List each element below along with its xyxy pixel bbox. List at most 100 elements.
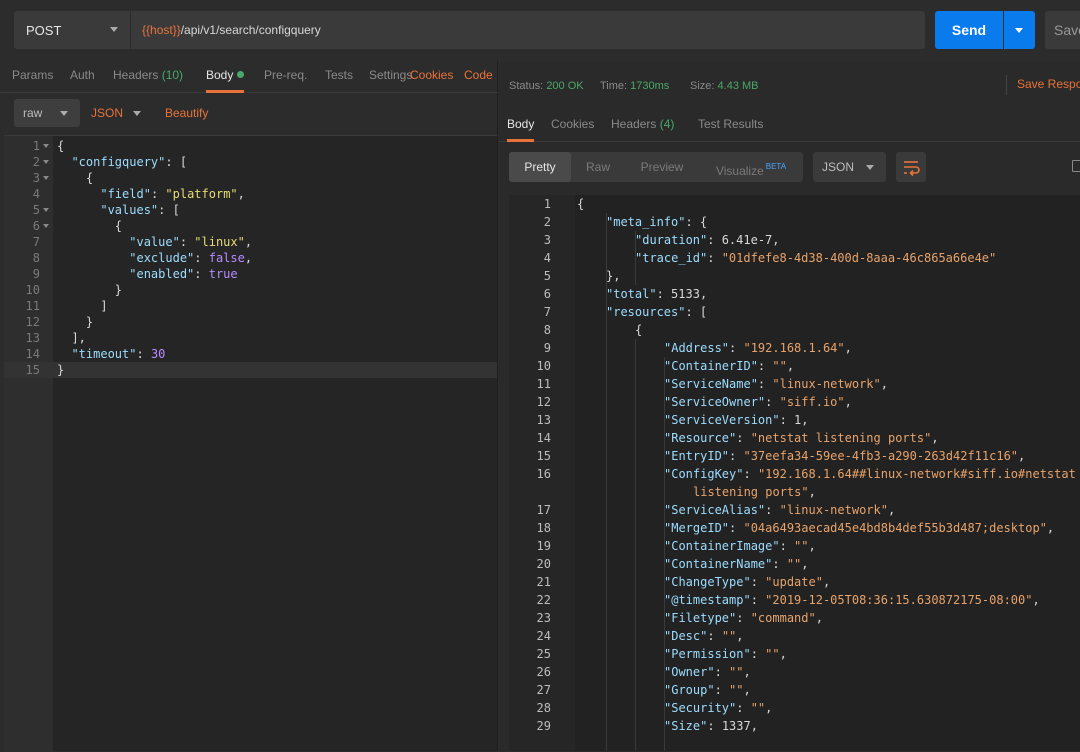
url-input[interactable]: {{host}}/api/v1/search/configquery xyxy=(131,11,925,49)
response-line: 7 "resources": [ xyxy=(509,303,1080,321)
wrap-lines-button[interactable] xyxy=(896,152,926,182)
tab-params[interactable]: Params xyxy=(12,61,53,93)
beautify-button[interactable]: Beautify xyxy=(165,99,208,127)
line-number: 4 xyxy=(543,251,551,265)
response-line: 1{ xyxy=(509,195,1080,213)
code-text: "field": "platform", xyxy=(100,187,245,201)
json-value: 1337 xyxy=(721,719,751,733)
request-body-editor[interactable]: 1{2 "configquery": [3 {4 "field": "platf… xyxy=(4,135,497,752)
response-text: "ConfigKey": "192.168.1.64##linux-networ… xyxy=(664,467,1076,481)
line-number: 15 xyxy=(536,449,551,463)
response-line: 22 "@timestamp": "2019-12-05T08:36:15.630… xyxy=(509,591,1080,609)
response-line: 3 "duration": 6.41e-7, xyxy=(509,231,1080,249)
response-line: 19 "ContainerImage": "", xyxy=(509,537,1080,555)
tab-response-body[interactable]: Body xyxy=(507,109,535,142)
tab-response-cookies[interactable]: Cookies xyxy=(551,109,594,142)
response-line: 9 "Address": "192.168.1.64", xyxy=(509,339,1080,357)
response-line: 17 "ServiceAlias": "linux-network", xyxy=(509,501,1080,519)
json-punct: , xyxy=(765,701,773,715)
save-button[interactable]: Save xyxy=(1045,11,1080,49)
save-response-button[interactable]: Save Response xyxy=(1017,77,1080,91)
response-line: 12 "ServiceOwner": "siff.io", xyxy=(509,393,1080,411)
json-punct: , xyxy=(931,431,939,445)
tab-test-results[interactable]: Test Results xyxy=(698,109,763,142)
body-format-select[interactable]: JSON xyxy=(91,99,151,127)
response-line: 5}, xyxy=(509,267,1080,285)
response-line: 28 "Security": "", xyxy=(509,699,1080,717)
json-value: "" xyxy=(765,647,780,661)
code-line: 12 } xyxy=(4,314,497,330)
code-line: 4 "field": "platform", xyxy=(4,186,497,202)
json-value: "update" xyxy=(765,575,823,589)
response-pane: Status: 200 OK Time: 1730ms Size: 4.43 M… xyxy=(499,61,1080,751)
response-text: "ContainerName": "", xyxy=(664,557,809,571)
copy-icon[interactable] xyxy=(1072,160,1080,172)
tab-body[interactable]: Body xyxy=(206,61,245,93)
tab-prereq[interactable]: Pre-req. xyxy=(264,61,307,93)
headers-count: (10) xyxy=(161,68,184,82)
json-punct: , xyxy=(1046,521,1055,535)
line-number: 9 xyxy=(543,341,551,355)
fold-arrow-icon[interactable] xyxy=(43,144,49,148)
tab-settings[interactable]: Settings xyxy=(369,61,413,93)
tab-auth[interactable]: Auth xyxy=(70,61,95,93)
body-mode-select[interactable]: raw xyxy=(14,99,80,127)
line-number: 13 xyxy=(536,413,551,427)
send-button[interactable]: Send xyxy=(935,11,1003,49)
body-options: raw JSON Beautify xyxy=(0,94,498,134)
divider xyxy=(1006,75,1007,95)
line-number: 12 xyxy=(25,315,40,329)
line-number: 8 xyxy=(543,323,551,337)
code-text: "values": [ xyxy=(100,203,180,217)
line-number: 3 xyxy=(543,233,551,247)
line-number: 24 xyxy=(536,629,551,643)
view-pretty[interactable]: Pretty xyxy=(509,152,571,182)
time-label: Time: xyxy=(600,80,628,92)
view-preview[interactable]: Preview xyxy=(625,152,699,182)
fold-arrow-icon[interactable] xyxy=(43,176,49,180)
line-number: 5 xyxy=(32,203,40,217)
json-value: "2019-12-05T08:36:15.630872175-08:00" xyxy=(765,593,1033,607)
tab-tests[interactable]: Tests xyxy=(325,61,353,93)
response-body-viewer[interactable]: 1{2 "meta_info": {3 "duration": 6.41e-7, 4 "… xyxy=(509,195,1080,751)
response-text: "Permission": "", xyxy=(664,647,787,661)
response-view-options: Pretty Raw Preview Visualize BETA JSON xyxy=(499,143,1080,189)
json-key: "resources" xyxy=(606,305,686,319)
response-text: "@timestamp": "2019-12-05T08:36:15.63087… xyxy=(664,593,1040,607)
json-punct: , xyxy=(779,647,787,661)
tab-response-headers[interactable]: Headers (4) xyxy=(611,109,674,142)
view-raw[interactable]: Raw xyxy=(571,152,625,182)
fold-arrow-icon[interactable] xyxy=(43,160,49,164)
response-line: 14 "Resource": "netstat listening ports", xyxy=(509,429,1080,447)
line-number: 12 xyxy=(536,395,551,409)
json-punct: , xyxy=(750,719,758,733)
response-line: 4 "trace_id": "01dfefe8-4d38-400d-8aaa-46… xyxy=(509,249,1080,267)
json-token: "exclude" xyxy=(129,251,195,265)
fold-arrow-icon[interactable] xyxy=(43,224,49,228)
send-options-button[interactable] xyxy=(1004,11,1035,49)
response-line: 8{ xyxy=(509,321,1080,339)
response-line: 11 "ServiceName": "linux-network", xyxy=(509,375,1080,393)
code-line: 1{ xyxy=(4,138,497,154)
line-number: 27 xyxy=(536,683,551,697)
tab-headers[interactable]: Headers (10) xyxy=(113,61,183,93)
code-link[interactable]: Code xyxy=(464,61,493,93)
time-value: 1730ms xyxy=(630,80,670,92)
json-punct: , xyxy=(808,539,816,553)
response-text: }, xyxy=(606,267,620,285)
response-format-select[interactable]: JSON xyxy=(813,152,886,182)
json-punct: , xyxy=(743,683,751,697)
view-visualize[interactable]: Visualize BETA xyxy=(699,152,803,182)
response-text: "ServiceVersion": 1, xyxy=(664,413,809,427)
code-text: "enabled": true xyxy=(129,267,238,281)
line-number: 7 xyxy=(32,235,40,249)
wrap-lines-icon xyxy=(904,161,920,177)
json-key: "@timestamp" xyxy=(664,593,751,607)
json-token: "linux" xyxy=(194,235,245,249)
code-text: "timeout": 30 xyxy=(71,347,166,361)
method-select[interactable]: POST xyxy=(14,11,130,49)
chevron-down-icon xyxy=(866,165,874,170)
response-text: "Size": 1337, xyxy=(664,719,758,733)
fold-arrow-icon[interactable] xyxy=(43,208,49,212)
cookies-link[interactable]: Cookies xyxy=(410,61,453,93)
